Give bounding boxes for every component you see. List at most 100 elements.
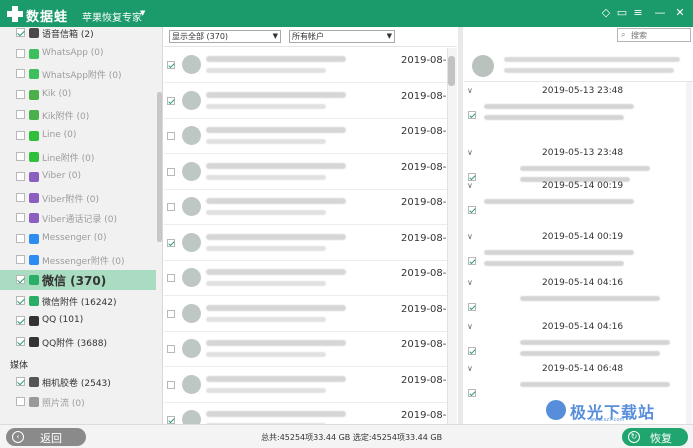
conversation-row[interactable]: 2019-08-2: [164, 48, 447, 83]
sidebar-scrollbar[interactable]: [157, 92, 162, 242]
sidebar-item[interactable]: 语音信箱 (2): [0, 27, 156, 43]
sidebar-item-checkbox[interactable]: [16, 192, 25, 202]
conversation-checkbox[interactable]: [167, 416, 175, 424]
collapse-chevron-icon[interactable]: ∨: [467, 181, 473, 190]
message-checkbox[interactable]: [468, 173, 476, 181]
conversation-checkbox[interactable]: [167, 132, 175, 140]
sidebar-item[interactable]: Kik (0): [0, 85, 156, 105]
panel-splitter[interactable]: [458, 27, 463, 424]
message-checkbox[interactable]: [468, 111, 476, 119]
blurred-contact-name: [206, 304, 346, 311]
recover-button[interactable]: ↻ 恢复: [622, 428, 688, 446]
sidebar-item[interactable]: Line (0): [0, 126, 156, 146]
collapse-chevron-icon[interactable]: ∨: [467, 322, 473, 331]
conversation-row[interactable]: 2019-08-2: [164, 368, 447, 403]
conversation-checkbox[interactable]: [167, 380, 175, 389]
conversation-checkbox[interactable]: [167, 274, 175, 282]
sidebar-item[interactable]: Viber通话记录 (0): [0, 208, 156, 228]
message-checkbox[interactable]: [468, 257, 476, 265]
sidebar-item-checkbox[interactable]: [16, 275, 25, 285]
collapse-chevron-icon[interactable]: ∨: [467, 86, 473, 95]
sidebar-item[interactable]: 微信附件 (16242): [0, 291, 156, 311]
message-checkbox[interactable]: [468, 206, 476, 214]
sidebar-item[interactable]: 微信 (370): [0, 270, 156, 291]
message-checkbox[interactable]: [468, 389, 476, 397]
sidebar-item-checkbox[interactable]: [16, 295, 25, 305]
search-input[interactable]: [631, 30, 689, 40]
close-icon[interactable]: ✕: [673, 6, 687, 20]
sidebar-item[interactable]: Line附件 (0): [0, 147, 156, 167]
blurred-contact-name: [206, 56, 346, 62]
chat-detail-scrollbar[interactable]: [686, 82, 692, 424]
conversation-row[interactable]: 2019-08-2: [164, 261, 447, 296]
conversation-list-scrollbar[interactable]: [447, 48, 457, 424]
conversation-row[interactable]: 2019-08-2: [164, 297, 447, 332]
conversation-checkbox[interactable]: [167, 96, 175, 105]
account-filter-dropdown[interactable]: 所有帐户 ▼: [289, 30, 395, 43]
sidebar-item-checkbox[interactable]: [16, 234, 25, 243]
search-field[interactable]: ⌕: [617, 28, 691, 42]
conversation-row[interactable]: 2019-08-2: [164, 155, 447, 190]
menu-icon[interactable]: ≡: [631, 6, 645, 20]
collapse-chevron-icon[interactable]: ∨: [467, 278, 473, 287]
conversation-checkbox[interactable]: [167, 345, 175, 353]
conversation-checkbox[interactable]: [167, 167, 175, 176]
conversation-row[interactable]: 2019-08-2: [164, 190, 447, 225]
sidebar-item-checkbox[interactable]: [16, 376, 25, 386]
watermark-url: www.xz7.com: [590, 417, 625, 423]
conversation-row[interactable]: 2019-08-2: [164, 332, 447, 367]
sidebar-item[interactable]: QQ (101): [0, 311, 156, 331]
diamond-icon[interactable]: ◇: [599, 6, 613, 20]
sidebar-item[interactable]: Messenger附件 (0): [0, 250, 156, 270]
conversation-checkbox[interactable]: [167, 61, 175, 69]
sidebar-item-checkbox[interactable]: [16, 316, 25, 326]
conversation-checkbox[interactable]: [167, 238, 175, 247]
product-menu[interactable]: 苹果恢复专家: [82, 9, 142, 24]
sidebar-item[interactable]: Messenger (0): [0, 229, 156, 249]
minimize-icon[interactable]: —: [653, 6, 667, 20]
conversation-checkbox[interactable]: [167, 309, 175, 318]
sidebar-item-checkbox[interactable]: [16, 397, 25, 407]
conversation-row[interactable]: 2019-08-2: [164, 403, 447, 424]
conversation-row[interactable]: 2019-08-2: [164, 119, 447, 154]
conversation-checkbox[interactable]: [167, 203, 175, 211]
blurred-header-text: [504, 68, 674, 73]
message-checkbox[interactable]: [468, 347, 476, 355]
sidebar-item-checkbox[interactable]: [16, 337, 25, 346]
collapse-chevron-icon[interactable]: ∨: [467, 148, 473, 157]
sidebar-item[interactable]: Kik附件 (0): [0, 105, 156, 125]
sidebar-item-checkbox[interactable]: [16, 110, 25, 120]
back-button[interactable]: ‹ 返回: [6, 428, 86, 446]
conversation-list-scroll-thumb[interactable]: [448, 56, 455, 86]
sidebar-item-checkbox[interactable]: [16, 131, 25, 140]
sidebar-item[interactable]: 相机胶卷 (2543): [0, 372, 156, 392]
message-timestamp: 2019-05-14 00:19: [542, 181, 624, 191]
sidebar-item-checkbox[interactable]: [16, 151, 25, 161]
collapse-chevron-icon[interactable]: ∨: [467, 232, 473, 241]
sidebar-item-checkbox[interactable]: [16, 213, 25, 223]
chevron-down-icon[interactable]: ▼: [140, 9, 145, 17]
sidebar-item-checkbox[interactable]: [16, 48, 25, 58]
sidebar-item-checkbox[interactable]: [16, 89, 25, 99]
message-checkbox[interactable]: [468, 303, 476, 311]
conversation-date: 2019-08-2: [401, 374, 447, 386]
chat-bubble-icon[interactable]: ▭: [615, 6, 629, 20]
message-timestamp: 2019-05-14 04:16: [542, 322, 624, 332]
line-icon: [29, 131, 39, 141]
sidebar-item[interactable]: 照片流 (0): [0, 392, 156, 412]
sidebar-item-label: Kik附件 (0): [42, 112, 90, 123]
sidebar-item-checkbox[interactable]: [16, 69, 25, 79]
conversation-row[interactable]: 2019-08-2: [164, 84, 447, 119]
sidebar-item[interactable]: QQ附件 (3688): [0, 332, 156, 352]
sidebar-item[interactable]: WhatsApp (0): [0, 44, 156, 64]
sidebar-item-checkbox[interactable]: [16, 254, 25, 264]
sidebar-item[interactable]: Viber附件 (0): [0, 188, 156, 208]
avatar: [182, 232, 201, 252]
show-filter-dropdown[interactable]: 显示全部 (370) ▼: [169, 30, 281, 43]
sidebar-item[interactable]: Viber (0): [0, 167, 156, 187]
sidebar-item[interactable]: WhatsApp附件 (0): [0, 64, 156, 84]
collapse-chevron-icon[interactable]: ∨: [467, 364, 473, 373]
sidebar-item-checkbox[interactable]: [16, 172, 25, 182]
sidebar-item-checkbox[interactable]: [16, 28, 25, 37]
conversation-row[interactable]: 2019-08-2: [164, 226, 447, 261]
